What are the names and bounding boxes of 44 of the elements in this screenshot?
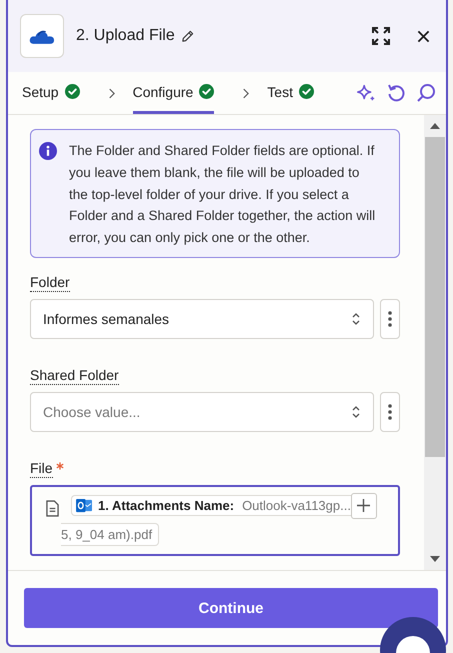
field-label: File	[30, 460, 53, 478]
sparkle-icon[interactable]	[356, 83, 376, 103]
check-icon	[199, 84, 214, 99]
check-icon	[298, 84, 314, 99]
chat-launcher[interactable]	[380, 617, 446, 653]
info-text: The Folder and Shared Folder fields are optional. If you leave them blank, the file will be uploaded to the top-level folder of your drive. If you select a Folder and a Shared Folder together, the action will error, you can only pick one or the other.	[69, 142, 376, 248]
chevron-icon	[242, 88, 250, 98]
info-icon	[39, 142, 57, 160]
continue-button[interactable]: Continue	[24, 588, 438, 628]
document-icon	[46, 500, 59, 517]
step-tab[interactable]: Setup	[22, 72, 80, 114]
plus-icon	[357, 499, 370, 512]
search-icon[interactable]	[416, 83, 436, 103]
undo-icon[interactable]	[386, 83, 406, 103]
updown-icon	[351, 310, 361, 327]
data-pill[interactable]: 5, 9_04 am).pdf	[61, 522, 160, 546]
scrollbar[interactable]	[424, 115, 446, 570]
scroll-up-icon[interactable]	[430, 123, 440, 129]
mail-app-icon	[76, 498, 93, 514]
more-button[interactable]	[380, 392, 400, 432]
mapped-field[interactable]: 1. Attachments Name: Outlook-va113gp... 5, 9_04 am).pdf	[30, 484, 400, 556]
step-tab[interactable]: Configure	[132, 72, 214, 114]
more-button[interactable]	[380, 298, 400, 339]
check-icon	[64, 84, 80, 99]
expand-icon[interactable]	[371, 26, 391, 46]
chevron-icon	[108, 88, 115, 98]
field-label: Shared Folder	[30, 366, 119, 385]
step-tab[interactable]: Test	[267, 72, 314, 114]
placeholder: Choose value...	[43, 404, 142, 420]
required-asterisk-icon	[56, 462, 64, 470]
select-field[interactable]: Informes semanales	[30, 298, 374, 339]
updown-icon	[351, 404, 361, 420]
pill-label: 1. Attachments Name:	[98, 498, 234, 514]
more-icon	[388, 310, 392, 328]
add-button[interactable]	[350, 492, 377, 519]
more-icon	[388, 402, 392, 421]
select-field[interactable]: Choose value...	[30, 392, 374, 432]
step-title: 2. Upload File	[76, 27, 175, 45]
field-label: Folder	[30, 274, 70, 292]
pencil-icon[interactable]	[180, 30, 194, 42]
cloud-icon	[29, 28, 55, 44]
field-value: Informes semanales	[43, 310, 170, 327]
pill-value: Outlook-va113gp...	[242, 498, 351, 514]
scroll-down-icon[interactable]	[430, 556, 440, 562]
